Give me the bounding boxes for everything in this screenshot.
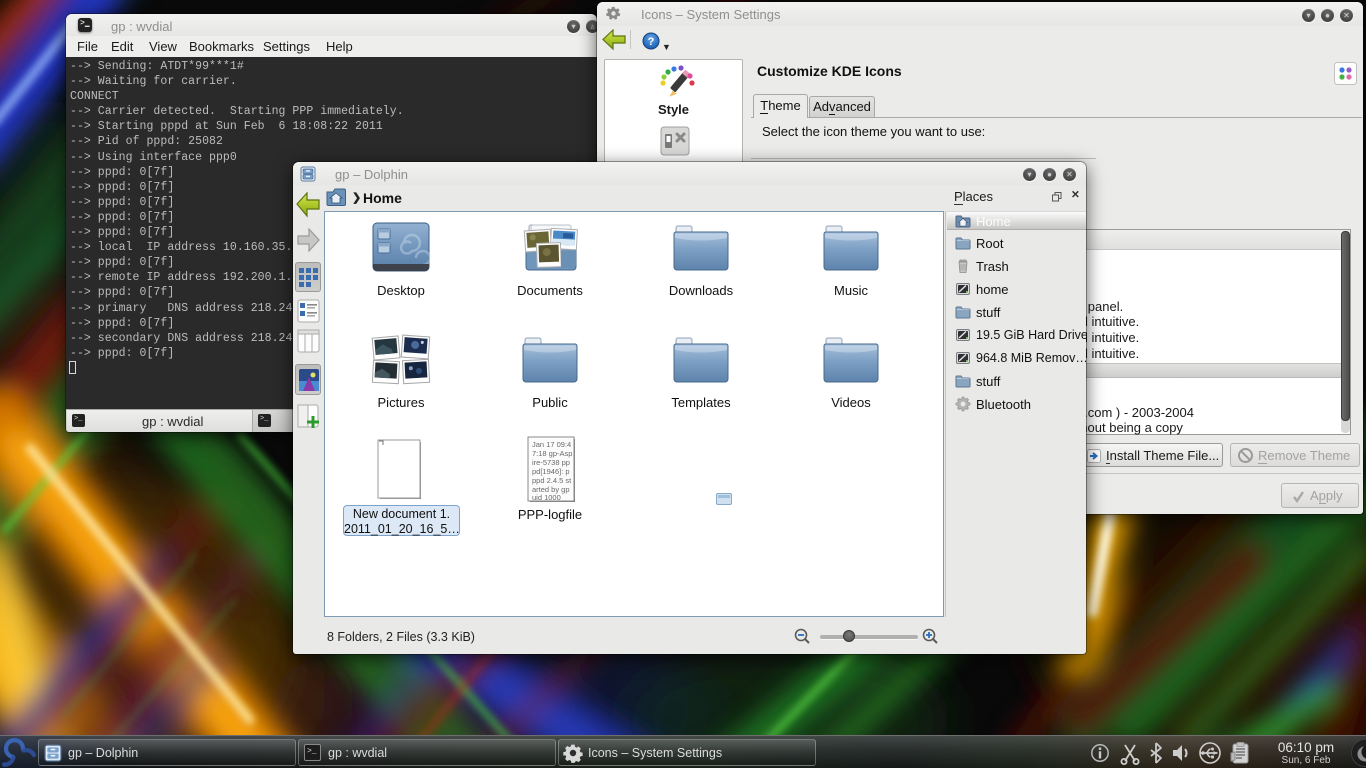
svg-text:Jan 17 09:4: Jan 17 09:4 — [532, 440, 571, 449]
svg-text:ire-5738 pp: ire-5738 pp — [532, 458, 570, 467]
svg-text:pd[1946]: p: pd[1946]: p — [532, 467, 570, 476]
svg-text:uid 1000: uid 1000 — [532, 493, 561, 502]
svg-text:?: ? — [648, 36, 655, 48]
svg-text:7:18 gp-Asp: 7:18 gp-Asp — [532, 449, 572, 458]
svg-text:ppd 2.4.5 st: ppd 2.4.5 st — [532, 476, 572, 485]
